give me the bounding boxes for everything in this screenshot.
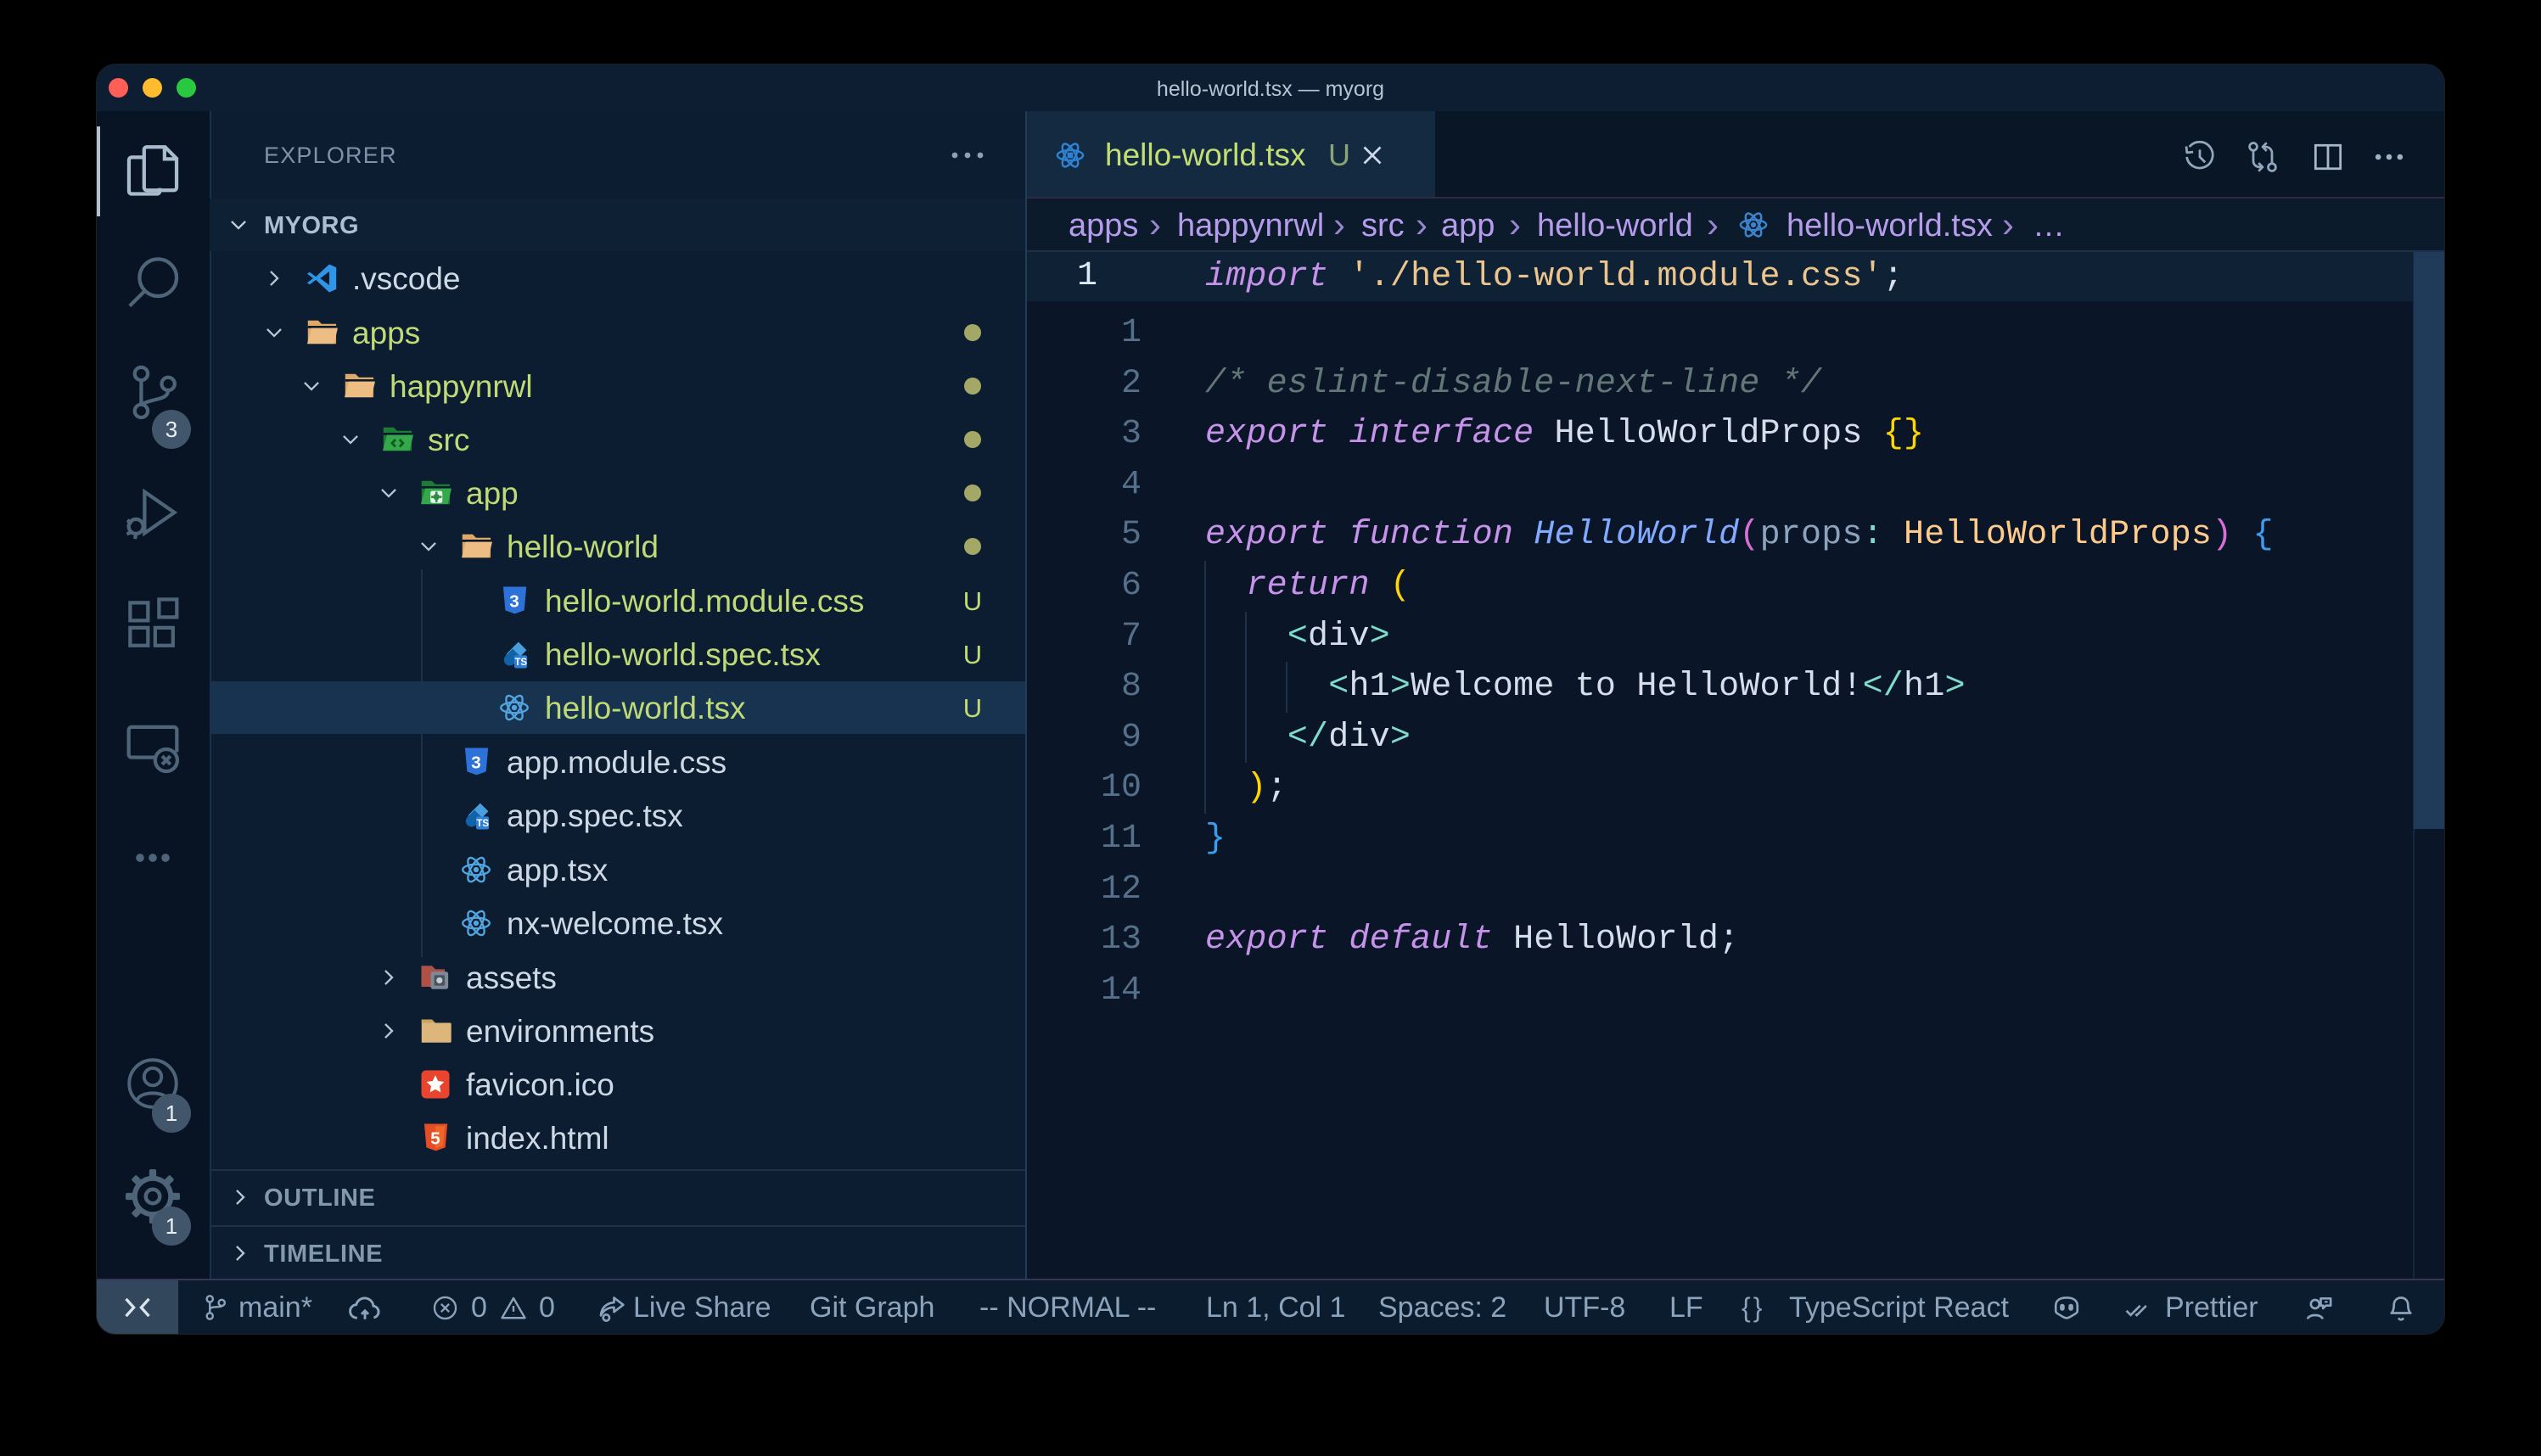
svg-text:TS: TS xyxy=(476,819,489,829)
svg-text:3: 3 xyxy=(471,753,480,773)
svg-text:5: 5 xyxy=(430,1129,440,1149)
svg-text:3: 3 xyxy=(509,592,519,612)
svg-text:TS: TS xyxy=(514,658,527,668)
